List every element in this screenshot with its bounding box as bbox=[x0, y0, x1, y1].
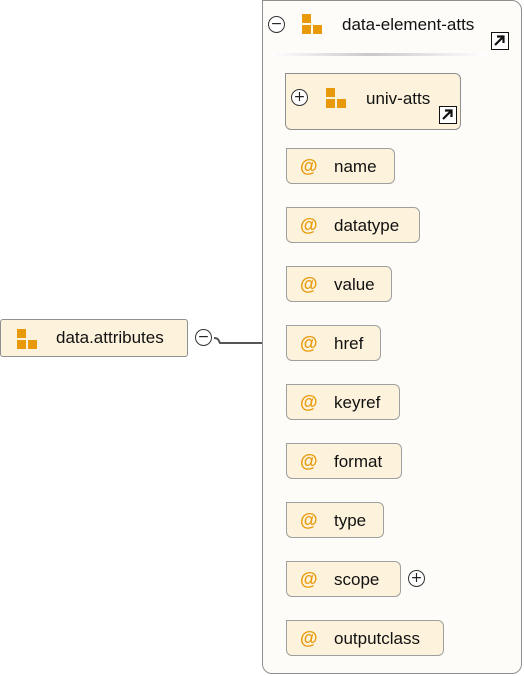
attribute-icon: @ bbox=[300, 510, 318, 530]
attribute-label: href bbox=[334, 334, 364, 353]
attribute-label: name bbox=[334, 157, 377, 176]
attribute-group-icon bbox=[326, 88, 348, 110]
attribute-group-icon bbox=[302, 14, 324, 36]
collapse-toggle-group[interactable]: − bbox=[268, 16, 285, 33]
expand-toggle-scope[interactable]: + bbox=[408, 570, 425, 587]
attribute-icon: @ bbox=[300, 451, 318, 471]
attribute-node-keyref[interactable]: @ keyref bbox=[286, 384, 400, 420]
expand-toggle-univ-atts[interactable]: + bbox=[291, 89, 308, 106]
attribute-node-scope[interactable]: @ scope bbox=[286, 561, 401, 597]
attribute-icon: @ bbox=[300, 274, 318, 294]
attribute-label: type bbox=[334, 511, 367, 530]
attribute-label: value bbox=[334, 275, 375, 294]
connector-line bbox=[213, 337, 262, 344]
attribute-icon: @ bbox=[300, 333, 318, 353]
attribute-label: outputclass bbox=[334, 629, 420, 648]
attribute-node-value[interactable]: @ value bbox=[286, 266, 392, 302]
attribute-label: datatype bbox=[334, 216, 400, 235]
attribute-node-outputclass[interactable]: @ outputclass bbox=[286, 620, 444, 656]
attribute-icon: @ bbox=[300, 628, 318, 648]
root-node-label: data.attributes bbox=[56, 328, 164, 347]
attribute-label: format bbox=[334, 452, 383, 471]
attribute-group-icon bbox=[17, 329, 39, 351]
container-divider bbox=[272, 53, 488, 56]
attribute-node-datatype[interactable]: @ datatype bbox=[286, 207, 420, 243]
root-attribute-group-node[interactable]: data.attributes bbox=[0, 319, 188, 357]
collapse-toggle-root[interactable]: − bbox=[195, 329, 212, 346]
attribute-icon: @ bbox=[300, 569, 318, 589]
attribute-node-format[interactable]: @ format bbox=[286, 443, 402, 479]
attribute-node-type[interactable]: @ type bbox=[286, 502, 384, 538]
attribute-node-href[interactable]: @ href bbox=[286, 325, 381, 361]
attribute-label: scope bbox=[334, 570, 380, 589]
reference-arrow-icon[interactable] bbox=[439, 106, 457, 124]
attribute-icon: @ bbox=[300, 215, 318, 235]
reference-arrow-icon[interactable] bbox=[491, 32, 509, 50]
attribute-label: keyref bbox=[334, 393, 381, 412]
group-title: data-element-atts bbox=[342, 15, 475, 34]
attribute-icon: @ bbox=[300, 156, 318, 176]
univ-atts-label: univ-atts bbox=[366, 89, 431, 108]
attribute-node-name[interactable]: @ name bbox=[286, 148, 395, 184]
attribute-icon: @ bbox=[300, 392, 318, 412]
univ-atts-node[interactable]: + univ-atts bbox=[285, 73, 461, 130]
